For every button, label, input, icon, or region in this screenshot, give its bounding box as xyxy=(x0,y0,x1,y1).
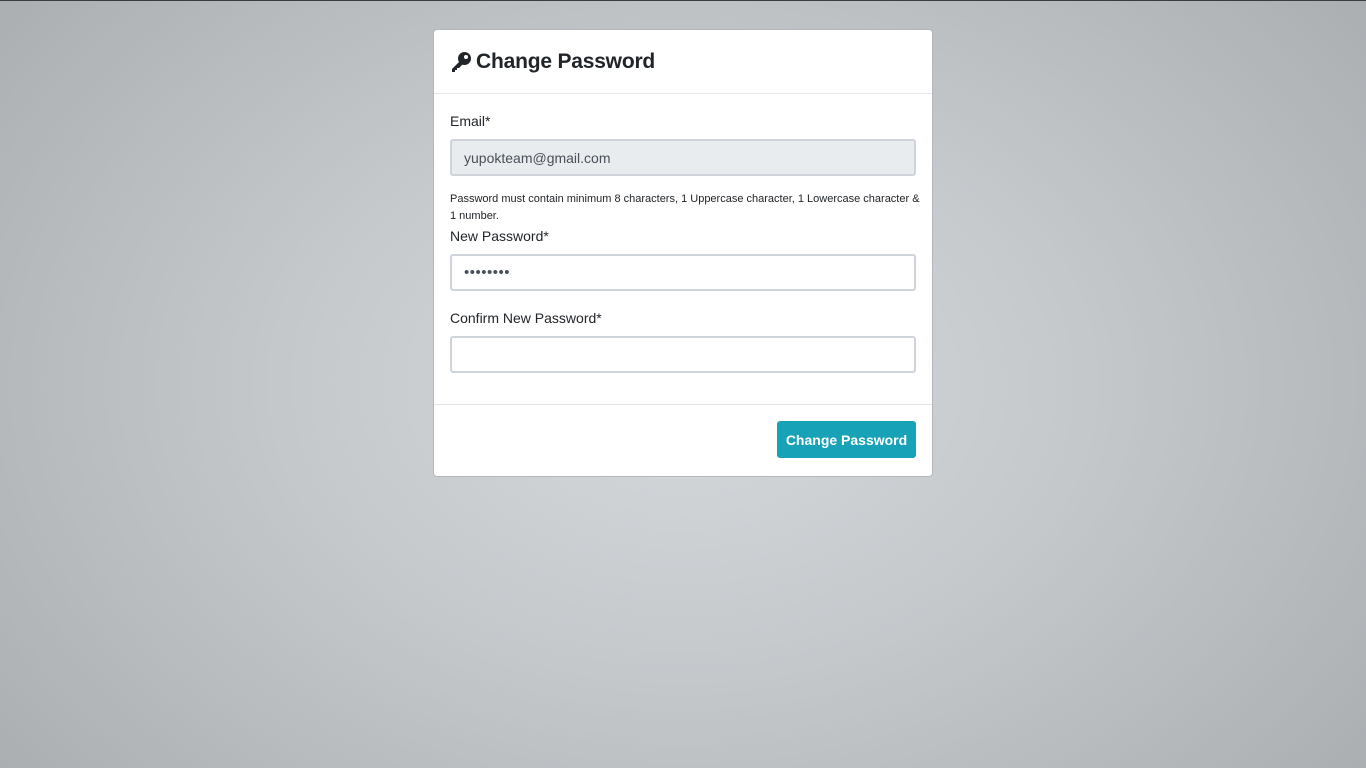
form-body: Email* Password must contain minimum 8 c… xyxy=(434,94,932,405)
email-field[interactable] xyxy=(450,139,916,176)
key-icon xyxy=(450,51,472,73)
card-header: Change Password xyxy=(434,30,932,94)
page-title: Change Password xyxy=(476,49,656,73)
card-footer: Change Password xyxy=(434,405,932,475)
new-password-label: New Password* xyxy=(450,228,549,244)
email-label: Email* xyxy=(450,113,491,129)
confirm-password-label: Confirm New Password* xyxy=(450,310,602,326)
password-requirements-hint: Password must contain minimum 8 characte… xyxy=(450,193,920,222)
window-top-border xyxy=(0,0,1366,1)
confirm-password-field[interactable] xyxy=(450,336,916,373)
change-password-button[interactable]: Change Password xyxy=(777,421,916,458)
new-password-field[interactable] xyxy=(450,254,916,291)
change-password-card: Change Password Email* Password must con… xyxy=(433,29,933,477)
